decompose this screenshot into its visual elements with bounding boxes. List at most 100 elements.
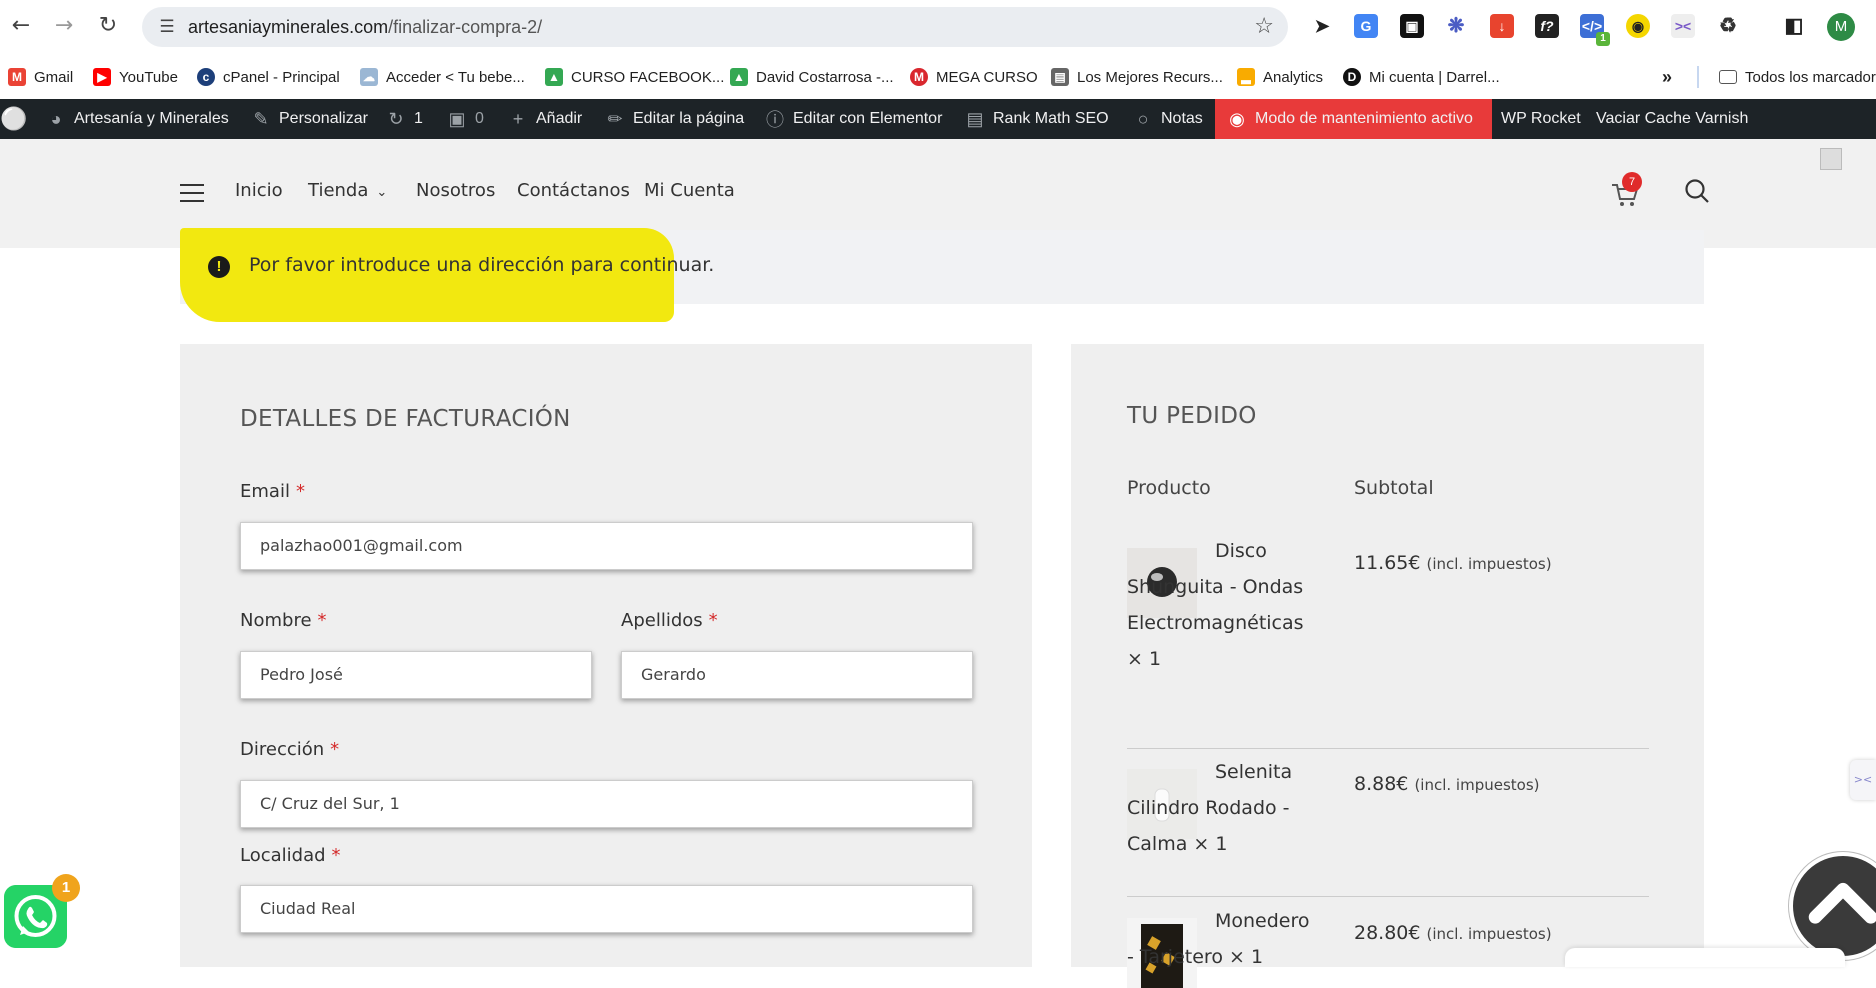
dashboard-icon: ◕ (50, 108, 62, 129)
hamburger-menu-icon[interactable] (180, 184, 204, 204)
cpanel-icon: c (197, 68, 215, 86)
adminbar-wp-rocket[interactable]: WP Rocket (1501, 99, 1581, 139)
nav-mi-cuenta[interactable]: Mi Cuenta (644, 180, 735, 201)
bookmark-gmail[interactable]: M Gmail (8, 64, 73, 90)
bookmark-acceder[interactable]: ☁ Acceder < Tu bebe... (360, 64, 525, 90)
gmail-icon: M (8, 68, 26, 86)
side-panel-icon[interactable]: ◧ (1782, 14, 1806, 38)
address-field[interactable]: C/ Cruz del Sur, 1 (240, 780, 973, 828)
maintenance-mode-badge[interactable]: ◉ Modo de mantenimiento activo (1215, 99, 1492, 139)
bookmarks-overflow-button[interactable]: » (1662, 64, 1672, 90)
notice-message: Por favor introduce una dirección para c… (249, 254, 715, 276)
extension-circle-icon[interactable]: ◉ (1626, 14, 1650, 38)
bookmark-recursos[interactable]: ▤ Los Mejores Recurs... (1051, 64, 1223, 90)
plus-icon: + (512, 108, 524, 129)
billing-details-panel: DETALLES DE FACTURACIÓN Email * palazhao0… (180, 344, 1032, 967)
elementor-icon: ⓘ (766, 110, 784, 130)
forward-arrow-icon[interactable]: → (51, 13, 77, 39)
search-icon[interactable] (1683, 177, 1711, 205)
chat-widget-edge[interactable] (1565, 948, 1845, 967)
order-panel: TU PEDIDO Producto Subtotal Disco Shungu… (1071, 344, 1704, 988)
product-price: 28.80€ (incl. impuestos) (1354, 922, 1552, 944)
bookmark-david-costarrosa[interactable]: ▲ David Costarrosa -... (730, 64, 894, 90)
comment-icon: ▣ (448, 108, 466, 129)
lock-icon: ◉ (1229, 108, 1245, 129)
email-field[interactable]: palazhao001@gmail.com (240, 522, 973, 570)
city-label: Localidad * (240, 845, 341, 866)
reload-icon[interactable]: ↻ (95, 13, 121, 39)
profile-avatar[interactable]: M (1827, 13, 1855, 41)
bookmark-curso-facebook[interactable]: ▲ CURSO FACEBOOK... (545, 64, 724, 90)
order-divider (1127, 748, 1649, 749)
email-label: Email * (240, 481, 305, 502)
nav-tienda[interactable]: Tienda ⌄ (308, 180, 387, 201)
product-name[interactable]: Disco Shunguita - Ondas Electromagnética… (1127, 533, 1317, 677)
adminbar-customize[interactable]: ✎ Personalizar (251, 99, 367, 139)
mega-icon: M (910, 68, 928, 86)
pencil-icon: ✏ (607, 108, 623, 129)
extension-cat-icon[interactable]: >< (1671, 14, 1695, 38)
adminbar-notes[interactable]: ○ Notas (1133, 99, 1203, 139)
first-name-label: Nombre * (240, 610, 327, 631)
adminbar-elementor[interactable]: ⓘ Editar con Elementor (765, 99, 942, 139)
extension-download-icon[interactable]: ↓ (1490, 14, 1514, 38)
bookmark-darrel[interactable]: D Mi cuenta | Darrel... (1343, 64, 1500, 90)
laptop-icon: ▤ (1051, 68, 1069, 86)
wp-admin-bar: ⚪ ◕ Artesanía y Minerales ✎ Personalizar ↻… (0, 99, 1876, 139)
rankmath-icon: ▤ (966, 108, 984, 129)
youtube-icon: ▶ (93, 68, 111, 86)
drive-icon: ▲ (545, 68, 563, 86)
bookmarks-bar: M Gmail ▶ YouTube c cPanel - Principal ☁ Acc… (0, 55, 1876, 99)
site-info-icon[interactable]: ☰ (156, 16, 178, 38)
bookmark-youtube[interactable]: ▶ YouTube (93, 64, 178, 90)
scroll-to-top-button[interactable] (1789, 852, 1876, 960)
bookmark-analytics[interactable]: ▂ Analytics (1237, 64, 1323, 90)
nav-contactanos[interactable]: Contáctanos (517, 180, 630, 201)
extension-font-icon[interactable]: f? (1535, 14, 1559, 38)
brush-icon: ✎ (253, 108, 269, 129)
last-name-label: Apellidos * (621, 610, 718, 631)
folder-icon (1719, 70, 1737, 84)
nav-nosotros[interactable]: Nosotros (416, 180, 495, 201)
nav-inicio[interactable]: Inicio (235, 180, 283, 201)
user-avatar-icon[interactable] (1820, 148, 1842, 170)
city-field[interactable]: Ciudad Real (240, 885, 973, 933)
adminbar-comments[interactable]: ▣ 0 (447, 99, 483, 139)
address-bar[interactable]: ☰ artesaniayminerales.com/finalizar-comp… (142, 7, 1288, 47)
extension-code-icon[interactable]: </> 1 (1580, 14, 1610, 46)
extension-bookmark-icon[interactable]: ➤ (1310, 14, 1334, 38)
cloud-icon: ☁ (360, 68, 378, 86)
product-name[interactable]: Selenita Cilindro Rodado - Calma × 1 (1127, 754, 1317, 862)
drive-icon: ▲ (730, 68, 748, 86)
extension-translate-icon[interactable]: G (1354, 14, 1378, 38)
adminbar-updates[interactable]: ↻ 1 (386, 99, 422, 139)
order-title: TU PEDIDO (1127, 403, 1257, 429)
adminbar-varnish[interactable]: Vaciar Cache Varnish (1596, 99, 1748, 139)
notes-icon: ○ (1137, 108, 1149, 129)
adminbar-edit-page[interactable]: ✏ Editar la página (605, 99, 744, 139)
extensions-puzzle-icon[interactable]: ♻ (1716, 14, 1740, 38)
first-name-field[interactable]: Pedro José (240, 651, 592, 699)
back-arrow-icon[interactable]: ← (8, 13, 34, 39)
adminbar-site-name[interactable]: ◕ Artesanía y Minerales (46, 99, 229, 139)
cart-count-badge: 7 (1622, 172, 1642, 192)
chevron-down-icon: ⌄ (376, 185, 388, 200)
extension-square-icon[interactable]: ▣ (1400, 14, 1424, 38)
side-chat-tab[interactable]: >< (1850, 760, 1876, 800)
bookmark-cpanel[interactable]: c cPanel - Principal (197, 64, 340, 90)
adminbar-rankmath[interactable]: ▤ Rank Math SEO (965, 99, 1108, 139)
adminbar-add-new[interactable]: + Añadir (508, 99, 583, 139)
extension-gear-icon[interactable]: ❋ (1444, 14, 1468, 38)
wp-logo-button[interactable]: ⚪ (0, 99, 28, 139)
last-name-field[interactable]: Gerardo (621, 651, 973, 699)
bookmark-star-icon[interactable]: ☆ (1254, 14, 1274, 40)
wordpress-icon: ⚪ (0, 106, 28, 131)
bookmark-mega-curso[interactable]: M MEGA CURSO (910, 64, 1038, 90)
bookmarks-separator (1697, 66, 1699, 88)
column-header-subtotal: Subtotal (1354, 477, 1434, 499)
analytics-icon: ▂ (1237, 68, 1255, 86)
exclamation-icon: ! (208, 256, 230, 278)
product-name[interactable]: Monedero - Tarjetero × 1 (1127, 903, 1317, 975)
url-text: artesaniayminerales.com/finalizar-compra… (188, 17, 543, 37)
bookmark-all-folder[interactable]: Todos los marcadores (1719, 64, 1876, 90)
